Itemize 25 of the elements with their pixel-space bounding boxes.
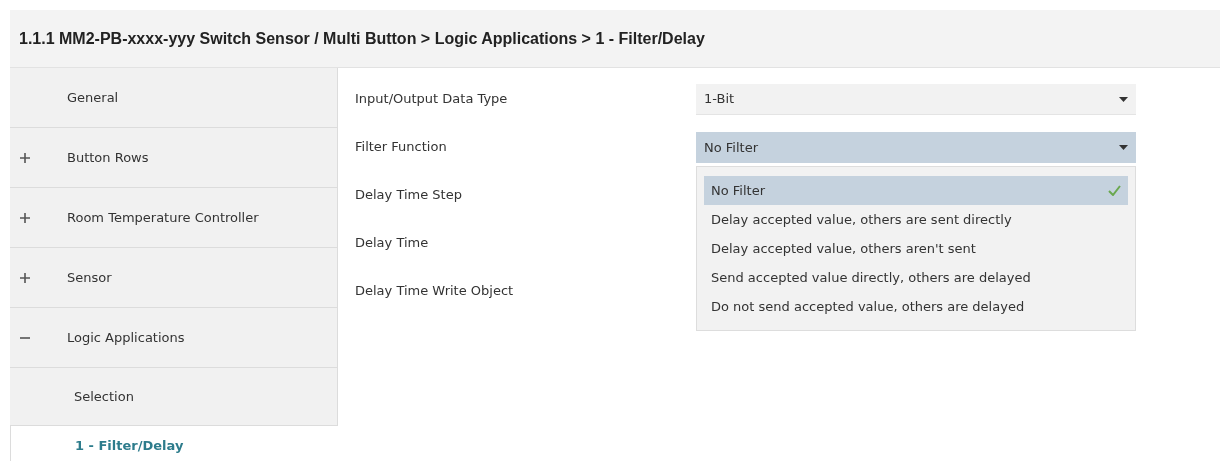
parameter-label: Filter Function [354, 138, 448, 156]
sidebar-item[interactable]: Button Rows [10, 128, 338, 188]
dropdown[interactable]: 1-Bit [696, 84, 1136, 115]
dropdown-option[interactable]: Do not send accepted value, others are delayed [704, 292, 1128, 321]
sidebar-item[interactable]: Selection [10, 368, 338, 426]
sidebar-item[interactable]: Room Temperature Controller [10, 188, 338, 248]
checkmark-icon [1108, 185, 1121, 196]
dropdown-option[interactable]: Delay accepted value, others are sent directly [704, 205, 1128, 234]
dropdown[interactable]: No Filter [696, 132, 1136, 163]
sidebar-item[interactable]: Sensor [10, 248, 338, 308]
plus-icon[interactable] [20, 152, 30, 163]
parameter-label: Delay Time [354, 234, 430, 252]
dropdown-option[interactable]: Delay accepted value, others aren't sent [704, 234, 1128, 263]
parameter-label: Delay Time Write Object [354, 282, 515, 300]
dropdown-option[interactable]: Send accepted value directly, others are delayed [704, 263, 1128, 292]
parameter-label: Delay Time Step [354, 186, 463, 204]
parameter-label: Input/Output Data Type [354, 90, 509, 108]
sidebar-item[interactable]: General [10, 68, 338, 128]
caret-icon [1119, 96, 1128, 102]
plus-icon[interactable] [20, 272, 30, 283]
window-title: 1.1.1 MM2-PB-xxxx-yyy Switch Sensor / Multi Button > Logic Applications > 1 - Filter/Delay [19, 28, 705, 49]
plus-icon[interactable] [20, 212, 30, 223]
sidebar-item[interactable]: Logic Applications [10, 308, 338, 368]
dropdown-option[interactable]: No Filter [704, 176, 1128, 205]
caret-icon [1119, 145, 1128, 150]
